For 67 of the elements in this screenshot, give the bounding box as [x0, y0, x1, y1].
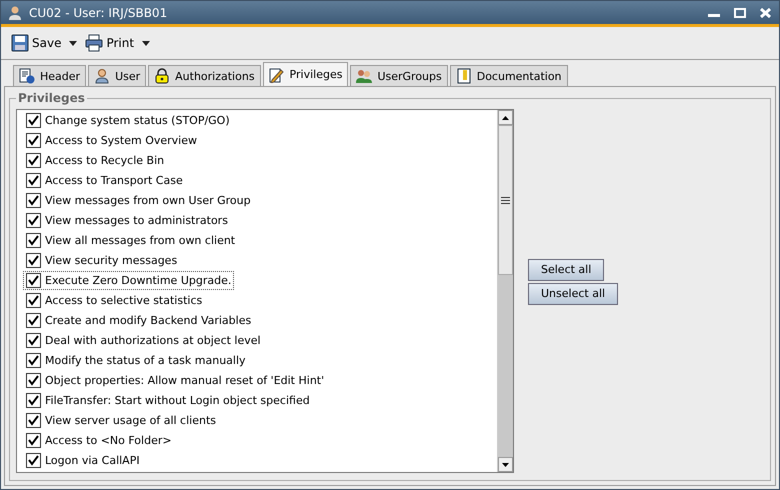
privilege-checkbox[interactable]: Logon via CallAPI [23, 450, 143, 470]
scroll-thumb[interactable] [498, 125, 513, 275]
scroll-up-button[interactable] [498, 110, 513, 125]
privilege-checkbox[interactable]: View server usage of all clients [23, 410, 219, 430]
privilege-checkbox[interactable]: Object properties: Allow manual reset of 'Edit Hint' [23, 370, 328, 390]
checkmark-icon [28, 394, 39, 406]
printer-icon [85, 34, 104, 52]
checkmark-icon [28, 134, 39, 146]
privilege-checkbox[interactable]: Deal with authorizations at object level [23, 330, 264, 350]
user-icon [9, 6, 21, 20]
scrollbar[interactable] [497, 110, 513, 472]
privilege-checkbox[interactable]: View messages to administrators [23, 210, 231, 230]
privilege-checkbox[interactable]: Modify the status of a task manually [23, 350, 249, 370]
privilege-checkbox[interactable]: Create and modify Backend Variables [23, 310, 254, 330]
document-info-icon [19, 68, 35, 84]
tab[interactable]: User [88, 65, 146, 86]
checkmark-icon [28, 114, 39, 126]
privilege-checkbox[interactable]: View all messages from own client [23, 230, 238, 250]
checkmark-icon [28, 354, 39, 366]
tab[interactable]: Privileges [262, 62, 348, 86]
privilege-checkbox[interactable]: Access to System Overview [23, 130, 200, 150]
checkmark-icon [28, 214, 39, 226]
privilege-checkbox[interactable]: Change system status (STOP/GO) [23, 110, 233, 130]
checkmark-icon [28, 154, 39, 166]
privilege-checkbox[interactable]: View messages from own User Group [23, 190, 254, 210]
unselect-all-button[interactable]: Unselect all [528, 282, 618, 304]
checkmark-icon [28, 194, 39, 206]
checkmark-icon [28, 334, 39, 346]
book-icon [456, 68, 472, 84]
scroll-down-button[interactable] [498, 457, 513, 472]
privilege-checkbox[interactable]: Access to Recycle Bin [23, 150, 168, 170]
tab[interactable]: Documentation [450, 65, 568, 86]
padlock-icon [154, 68, 170, 84]
group-title: Privileges [17, 91, 86, 105]
tab[interactable]: UserGroups [350, 65, 448, 86]
caret-icon[interactable] [69, 40, 78, 46]
checkmark-icon [28, 434, 39, 446]
checkmark-icon [28, 314, 39, 326]
save-button[interactable]: Save [9, 34, 64, 52]
tab[interactable]: Authorizations [148, 65, 261, 86]
checkmark-icon [28, 274, 39, 286]
privilege-checkbox[interactable]: Access to selective statistics [23, 290, 206, 310]
select-all-button[interactable]: Select all [528, 258, 604, 280]
pencil-document-icon [268, 66, 285, 82]
grip-icon [501, 196, 510, 204]
maximize-icon[interactable] [734, 8, 746, 18]
checkmark-icon [28, 174, 39, 186]
tab[interactable]: Header [13, 65, 86, 86]
privilege-checkbox[interactable]: Execute Zero Downtime Upgrade. [23, 270, 234, 290]
privilege-checkbox[interactable]: Access to Transport Case [23, 170, 186, 190]
window-title: CU02 - User: IRJ/SBB01 [29, 6, 168, 20]
down-arrow-icon [502, 462, 509, 466]
user-icon [94, 68, 110, 84]
up-arrow-icon [502, 116, 509, 120]
privilege-checkbox[interactable]: Access to <No Folder> [23, 430, 175, 450]
users-icon [356, 68, 372, 84]
checkmark-icon [28, 454, 39, 466]
close-icon[interactable] [760, 8, 771, 18]
privilege-checkbox[interactable]: View security messages [23, 250, 180, 270]
privilege-checkbox[interactable]: FileTransfer: Start without Login object specified [23, 390, 313, 410]
checkmark-icon [28, 294, 39, 306]
caret-icon[interactable] [142, 40, 150, 46]
print-button[interactable]: Print [83, 34, 136, 52]
checkmark-icon [28, 414, 39, 426]
checkmark-icon [28, 374, 39, 386]
checkmark-icon [28, 254, 39, 266]
checkmark-icon [28, 234, 39, 246]
